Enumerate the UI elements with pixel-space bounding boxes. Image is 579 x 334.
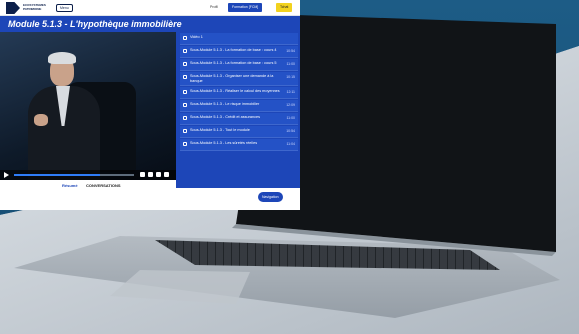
playlist-item[interactable]: Sous-Module 5.1.3 - La formation de base…	[180, 59, 298, 71]
volume-icon[interactable]	[140, 172, 145, 177]
playlist-item[interactable]: Sous-Module 5.1.3 - La formation de base…	[180, 46, 298, 58]
brand-logo-icon[interactable]	[6, 2, 20, 14]
playlist-item-title: Sous-Module 5.1.3 - Tout le module	[190, 128, 250, 133]
video-progress-fill	[14, 174, 101, 176]
module-header: Module 5.1.3 - L'hypothèque immobilière	[0, 16, 300, 32]
tab-conversations[interactable]: CONVERSATIONS	[86, 183, 121, 188]
video-progress-bar[interactable]	[14, 174, 134, 176]
playlist-checkbox-icon[interactable]	[183, 142, 187, 147]
playlist-checkbox-icon[interactable]	[183, 49, 187, 53]
video-player[interactable]	[0, 32, 176, 180]
playlist-item[interactable]: Sous-Module 5.1.3 - Les sûretés réelles 1…	[180, 139, 298, 152]
pip-icon[interactable]	[156, 172, 161, 177]
chat-button[interactable]: Tchat	[276, 3, 293, 12]
module-title: Module 5.1.3 - L'hypothèque immobilière	[8, 19, 182, 29]
playlist-item-duration: 11:00	[286, 116, 296, 121]
content-tabs: Résumé CONVERSATIONS	[0, 180, 176, 192]
playlist-item-duration: 10:15	[286, 75, 295, 79]
playlist-checkbox-icon[interactable]	[183, 116, 187, 121]
settings-icon[interactable]	[148, 172, 153, 177]
playlist-item-duration: 10:54	[286, 49, 295, 53]
fullscreen-icon[interactable]	[164, 172, 169, 177]
navigation-button[interactable]: Navigation	[258, 192, 283, 202]
playlist-item[interactable]: Sous-Module 5.1.3 - Réaliser le calcul d…	[180, 87, 298, 100]
playlist-item-duration: 10:54	[286, 129, 295, 134]
playlist-item-title: Sous-Module 5.1.3 - Crédit et assurances	[190, 115, 261, 120]
playlist-item-duration: 12:09	[286, 103, 295, 108]
playlist-item[interactable]: Sous-Module 5.1.3 - Crédit et assurances…	[180, 113, 298, 126]
lesson-playlist: Vidéo 1 Sous-Module 5.1.3 - La formation …	[176, 32, 300, 188]
site-header: ECOSYSTEMES PATRIMOINE Menu Profil Forma…	[0, 0, 300, 16]
playlist-item-duration: 12:11	[286, 90, 296, 95]
playlist-item[interactable]: Vidéo 1	[180, 33, 298, 45]
playlist-item-title: Vidéo 1	[190, 35, 203, 39]
playlist-item-title: Sous-Module 5.1.3 - La formation de base…	[190, 61, 277, 65]
brand-name: ECOSYSTEMES PATRIMOINE	[23, 3, 46, 11]
playlist-item[interactable]: Sous-Module 5.1.3 - Tout le module 10:54	[180, 126, 298, 139]
playlist-item-duration: 11:00	[286, 62, 296, 66]
menu-button[interactable]: Menu	[56, 4, 73, 12]
playlist-item[interactable]: Sous-Module 5.1.3 - Organiser une demand…	[180, 72, 298, 87]
playlist-item-title: Sous-Module 5.1.3 - Organiser une demand…	[190, 74, 274, 83]
playlist-item[interactable]: Sous-Module 5.1.3 - Le risque immobilier…	[180, 100, 298, 113]
playlist-checkbox-icon[interactable]	[183, 103, 187, 108]
tab-summary[interactable]: Résumé	[62, 183, 78, 188]
playlist-checkbox-icon[interactable]	[183, 90, 187, 95]
playlist-checkbox-icon[interactable]	[183, 75, 187, 79]
profile-link[interactable]: Profil	[210, 5, 218, 9]
play-icon[interactable]	[4, 172, 9, 178]
playlist-checkbox-icon[interactable]	[183, 62, 187, 66]
video-controls	[0, 170, 176, 180]
playlist-item-title: Sous-Module 5.1.3 - Les sûretés réelles	[190, 141, 258, 146]
playlist-item-title: Sous-Module 5.1.3 - Le risque immobilier	[190, 102, 260, 107]
video-presenter-hair	[48, 52, 76, 64]
playlist-item-duration: 11:04	[286, 142, 296, 147]
formation-button[interactable]: Formation [FCM]	[228, 3, 263, 12]
video-presenter-hand	[34, 114, 48, 126]
playlist-checkbox-icon[interactable]	[183, 36, 187, 40]
playlist-checkbox-icon[interactable]	[183, 129, 187, 134]
laptop-screen: ECOSYSTEMES PATRIMOINE Menu Profil Forma…	[0, 0, 300, 210]
playlist-item-title: Sous-Module 5.1.3 - Réaliser le calcul d…	[190, 89, 280, 94]
playlist-item-title: Sous-Module 5.1.3 - La formation de base…	[190, 48, 277, 52]
